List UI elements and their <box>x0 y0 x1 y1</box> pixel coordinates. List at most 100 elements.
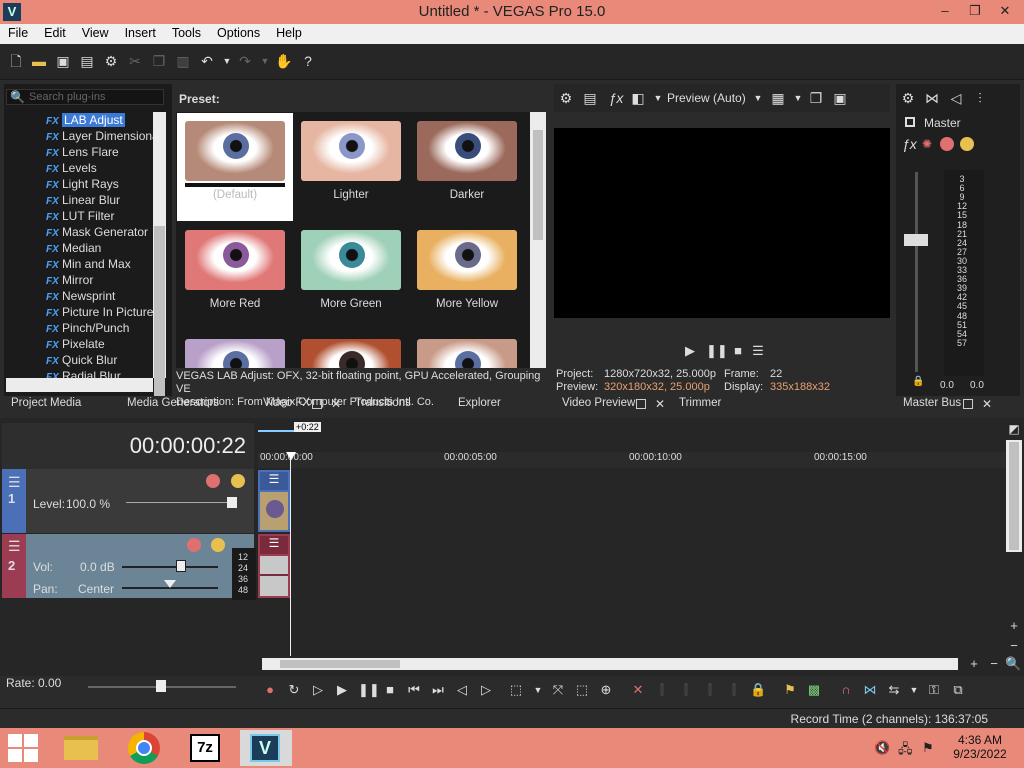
split-icon[interactable]: ⫿ <box>726 682 742 698</box>
menu-icon[interactable]: ☰ <box>750 343 766 359</box>
playhead-handle[interactable] <box>286 452 296 460</box>
rate-slider-thumb[interactable] <box>156 680 166 692</box>
loop-region[interactable] <box>258 422 298 432</box>
minimize-button[interactable]: – <box>930 0 960 24</box>
scrollbar-thumb[interactable] <box>1009 442 1019 550</box>
new-icon[interactable]: 🗋 <box>8 53 24 69</box>
tab-video-preview[interactable]: Video Preview <box>562 397 635 409</box>
menu-file[interactable]: File <box>0 24 36 40</box>
snapping-icon[interactable]: ∩ <box>838 682 854 698</box>
plugin-item[interactable]: FX LAB Adjust <box>46 113 125 129</box>
plugin-item[interactable]: FX Levels <box>46 161 97 177</box>
zoom-out-icon[interactable]: − <box>986 656 1002 672</box>
plugin-item[interactable]: FX Lens Flare <box>46 145 119 161</box>
plugin-list-hscrollbar[interactable] <box>6 378 153 392</box>
close-button[interactable]: ✕ <box>990 0 1020 24</box>
ignore-grouping-icon[interactable]: ⧉ <box>950 682 966 698</box>
play-from-start-icon[interactable]: ▷ <box>310 682 326 698</box>
selection-tool-icon[interactable]: ⬚ <box>574 682 590 698</box>
zoom-tool-icon[interactable]: 🔍 <box>1005 656 1021 672</box>
tab-transitions[interactable]: Transitions <box>355 397 411 409</box>
preview-quality-dropdown[interactable]: Preview (Auto) <box>667 91 746 105</box>
close-tab-icon[interactable]: ✕ <box>654 398 666 410</box>
record-icon[interactable]: ● <box>262 682 278 698</box>
stop-icon[interactable]: ■ <box>730 343 746 359</box>
zoom-in-icon[interactable]: + <box>1006 618 1022 634</box>
timeline-tracks-area[interactable] <box>258 468 1006 648</box>
search-plugins-field[interactable]: 🔍 Search plug-ins <box>6 89 164 105</box>
mute-icon[interactable] <box>187 538 201 552</box>
region-icon[interactable]: ▩ <box>806 682 822 698</box>
plugin-item[interactable]: FX Mirror <box>46 273 93 289</box>
help-icon[interactable]: ? <box>300 53 316 69</box>
lock-envelopes-icon[interactable]: ⚿ <box>926 682 942 698</box>
plugin-item[interactable]: FX Picture In Picture <box>46 305 153 321</box>
tab-master-bus[interactable]: Master Bus <box>903 397 961 409</box>
fx-icon[interactable]: ƒx <box>902 136 917 152</box>
level-slider[interactable] <box>126 502 236 503</box>
clip-menu-icon[interactable]: ☰ <box>260 472 288 490</box>
bypass-icon[interactable]: ⋈ <box>924 90 940 106</box>
plugin-item[interactable]: FX Pixelate <box>46 337 105 353</box>
delete-icon[interactable]: ✕ <box>630 682 646 698</box>
envelope-tool-icon[interactable]: ⤧ <box>550 682 566 698</box>
clip-menu-icon[interactable]: ☰ <box>260 536 288 554</box>
undock-icon[interactable] <box>963 399 973 409</box>
preset-item[interactable]: Darker <box>409 113 525 221</box>
solo-icon[interactable] <box>231 474 245 488</box>
lock-icon[interactable]: 🔒 <box>912 376 924 387</box>
plugin-item[interactable]: FX Min and Max <box>46 257 131 273</box>
pause-icon[interactable]: ❚❚ <box>706 343 728 359</box>
tab-video-fx[interactable]: Video FX <box>263 397 310 409</box>
volume-muted-icon[interactable]: 🔇 <box>874 740 890 756</box>
plugin-item[interactable]: FX Quick Blur <box>46 353 117 369</box>
chevron-down-icon[interactable]: ▼ <box>650 90 666 106</box>
go-to-start-icon[interactable]: ⏮ <box>406 682 422 698</box>
lock-icon[interactable]: 🔒 <box>750 682 766 698</box>
master-fader-handle[interactable] <box>904 234 928 246</box>
save-as-icon[interactable]: ▤ <box>79 53 95 69</box>
normal-edit-tool-icon[interactable]: ⬚ <box>508 682 524 698</box>
chevron-down-icon[interactable]: ▼ <box>750 90 766 106</box>
plugin-item[interactable]: FX Median <box>46 241 101 257</box>
menu-edit[interactable]: Edit <box>36 24 74 40</box>
plugin-item[interactable]: FX Layer Dimensional <box>46 129 161 145</box>
scrollbar-thumb[interactable] <box>533 130 543 240</box>
timeline-options-icon[interactable]: ◩ <box>1006 422 1022 438</box>
stop-icon[interactable]: ■ <box>382 682 398 698</box>
track-menu-icon[interactable]: ☰ <box>8 538 21 555</box>
start-button[interactable] <box>8 734 38 762</box>
preset-item[interactable]: More Red <box>177 222 293 330</box>
save-snapshot-icon[interactable]: ▣ <box>832 90 848 106</box>
action-center-icon[interactable]: ⚑ <box>922 740 934 756</box>
volume-slider-thumb[interactable] <box>176 560 186 572</box>
preset-item[interactable] <box>409 331 525 368</box>
gear-icon[interactable]: ⚙ <box>900 90 916 106</box>
plugin-item[interactable]: FX LUT Filter <box>46 209 114 225</box>
timeline-hscrollbar[interactable] <box>262 658 958 670</box>
restore-button[interactable]: ❐ <box>960 0 990 24</box>
trim-start-icon[interactable]: ⫿ <box>678 682 694 698</box>
pause-icon[interactable]: ❚❚ <box>358 682 380 698</box>
zoom-out-icon[interactable]: − <box>1006 638 1022 654</box>
marker-icon[interactable]: ⚑ <box>782 682 798 698</box>
trim-icon[interactable]: ⫿ <box>654 682 670 698</box>
tab-explorer[interactable]: Explorer <box>458 397 501 409</box>
undock-icon[interactable] <box>312 399 322 409</box>
pan-slider-thumb[interactable] <box>164 580 176 588</box>
menu-help[interactable]: Help <box>268 24 310 40</box>
preset-item[interactable] <box>177 331 293 368</box>
redo-dropdown-icon[interactable]: ▼ <box>257 53 273 69</box>
network-icon[interactable]: 🖧 <box>898 740 913 762</box>
loop-icon[interactable]: ↻ <box>286 682 302 698</box>
paste-icon[interactable]: ▥ <box>175 53 191 69</box>
zoom-in-icon[interactable]: + <box>966 656 982 672</box>
next-frame-icon[interactable]: ▷ <box>478 682 494 698</box>
plugin-item[interactable]: FX Linear Blur <box>46 193 120 209</box>
preset-item[interactable] <box>293 331 409 368</box>
grid-icon[interactable]: ▦ <box>770 90 786 106</box>
level-slider-thumb[interactable] <box>227 497 237 508</box>
plugin-item[interactable]: FX Newsprint <box>46 289 115 305</box>
preset-item[interactable]: Lighter <box>293 113 409 221</box>
fx-icon[interactable]: ƒx <box>608 90 624 106</box>
